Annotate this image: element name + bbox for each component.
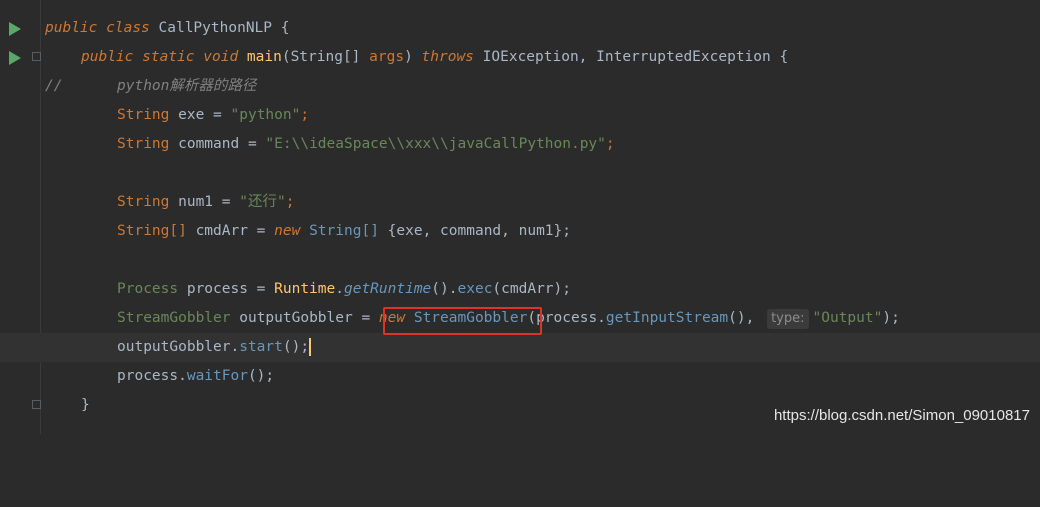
- code-line-3[interactable]: // python解析器的路径: [0, 72, 1040, 101]
- code-text: (cmdArr);: [492, 281, 571, 297]
- keyword: public: [81, 49, 134, 65]
- code-line-7[interactable]: String[] cmdArr = new String[] {exe, com…: [0, 217, 1040, 246]
- keyword: public: [45, 20, 98, 36]
- code-text: ();: [247, 368, 275, 384]
- code-line-5[interactable]: String command = "E:\\ideaSpace\\xxx\\ja…: [0, 130, 1040, 159]
- method-name: waitFor: [186, 368, 248, 384]
- code-line-2[interactable]: public static void main(String[] args) t…: [0, 43, 1040, 72]
- code-text: ().: [431, 281, 458, 297]
- code-text: command =: [169, 136, 266, 152]
- keyword: new: [274, 223, 301, 239]
- parameter-hint: type:: [767, 309, 809, 329]
- type-name: String: [117, 136, 170, 152]
- method-name: main: [246, 49, 282, 65]
- code-text: ;: [300, 107, 310, 123]
- string-literal: "还行": [239, 194, 286, 210]
- method-name: exec: [457, 281, 493, 297]
- string-literal: "Output": [812, 310, 883, 326]
- code-line-4[interactable]: String exe = "python";: [0, 101, 1040, 130]
- code-editor[interactable]: public class CallPythonNLP { public stat…: [0, 0, 1040, 434]
- brace: }: [81, 397, 90, 413]
- string-literal: "python": [230, 107, 301, 123]
- code-line-10[interactable]: outputGobbler.start();: [0, 333, 1040, 362]
- code-text: ();: [282, 339, 310, 355]
- paren: ): [404, 49, 413, 65]
- paren: (: [281, 49, 291, 65]
- keyword: void: [203, 49, 239, 65]
- code-text: );: [882, 310, 900, 326]
- type-name: Process: [117, 281, 179, 297]
- class-name: CallPythonNLP: [158, 20, 273, 36]
- comment-prefix: //: [45, 78, 63, 94]
- string-literal: "E:\\ideaSpace\\xxx\\javaCallPython.py": [265, 136, 606, 152]
- exceptions: IOException, InterruptedException {: [482, 49, 789, 65]
- code-line-11[interactable]: process.waitFor();: [0, 362, 1040, 391]
- fold-icon[interactable]: [32, 52, 41, 61]
- type-name: StreamGobbler: [117, 310, 231, 326]
- code-text: process.: [117, 368, 187, 384]
- code-line-8[interactable]: Process process = Runtime.getRuntime().e…: [0, 275, 1040, 304]
- method-name: getRuntime: [343, 281, 432, 297]
- type-name: String[]: [290, 49, 361, 65]
- watermark-text: https://blog.csdn.net/Simon_09010817: [773, 407, 1030, 424]
- code-text: .: [335, 281, 344, 297]
- class-name: Runtime: [274, 281, 336, 297]
- brace: {: [272, 20, 290, 36]
- code-text: {exe, command, num1};: [378, 223, 571, 239]
- keyword: throws: [421, 49, 474, 65]
- type-name: String[]: [309, 223, 379, 239]
- run-icon[interactable]: [9, 22, 21, 36]
- type-name: String[]: [117, 223, 187, 239]
- code-text: cmdArr =: [186, 223, 275, 239]
- method-name: start: [239, 339, 283, 355]
- code-text: num1 =: [169, 194, 240, 210]
- code-text: ;: [605, 136, 615, 152]
- comment-text: python解析器的路径: [117, 78, 257, 94]
- type-name: String: [117, 194, 170, 210]
- code-text: outputGobbler =: [230, 310, 379, 326]
- code-text: outputGobbler.: [117, 339, 240, 355]
- type-name: String: [117, 107, 170, 123]
- code-text: exe =: [169, 107, 231, 123]
- keyword: static: [142, 49, 195, 65]
- highlight-annotation-box: [383, 307, 542, 335]
- code-text: (),: [728, 310, 755, 326]
- fold-icon[interactable]: [32, 400, 41, 409]
- text-cursor: [309, 338, 312, 356]
- keyword: class: [106, 20, 150, 36]
- run-icon[interactable]: [9, 51, 21, 65]
- code-text: ;: [285, 194, 295, 210]
- method-name: getInputStream: [605, 310, 729, 326]
- code-line-1[interactable]: public class CallPythonNLP {: [0, 14, 1040, 43]
- code-text: process =: [178, 281, 275, 297]
- code-line-6[interactable]: String num1 = "还行";: [0, 188, 1040, 217]
- param-name: args: [360, 49, 405, 65]
